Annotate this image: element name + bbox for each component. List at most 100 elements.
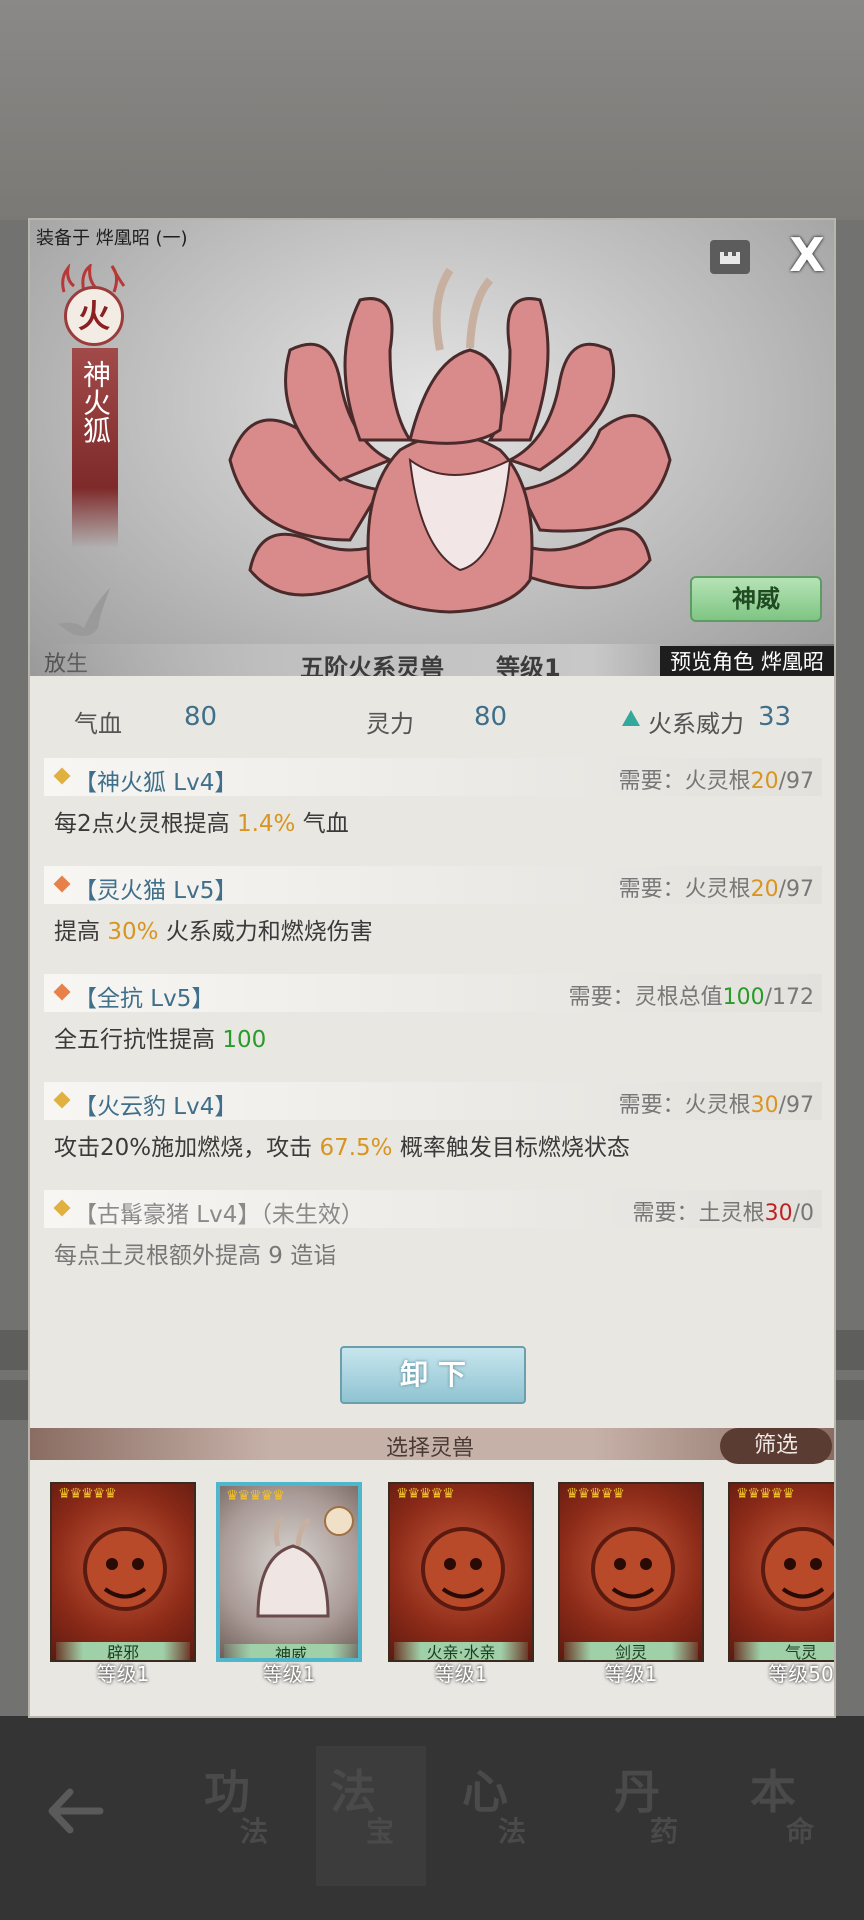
- req-prefix: 需要：: [618, 1093, 685, 1118]
- skill-name: 【灵火猫 Lv5】: [74, 878, 238, 904]
- skill-description: 每2点火灵根提高 1.4% 气血: [54, 804, 349, 838]
- filter-button[interactable]: 筛选: [720, 1428, 832, 1464]
- rank-stars-icon: ♛♛♛♛♛: [396, 1486, 455, 1502]
- desc-text: 每2点火灵根提高: [54, 811, 237, 837]
- desc-text: 全五行抗性提高: [54, 1027, 223, 1053]
- unequip-button[interactable]: 卸 下: [340, 1346, 526, 1404]
- req-have: 100: [722, 985, 765, 1010]
- beast-card[interactable]: ♛♛♛♛♛ 辟邪: [50, 1482, 196, 1662]
- desc-text: 提高: [54, 919, 108, 945]
- nav-tab-gongfa[interactable]: 功 法: [190, 1746, 300, 1886]
- skill-description: 提高 30% 火系威力和燃烧伤害: [54, 912, 373, 946]
- beast-portrait: [256, 1516, 330, 1618]
- nav-tab-small-label: 法: [240, 1815, 269, 1848]
- skill-requirement: 需要：火灵根20/97: [619, 763, 814, 795]
- skill-header: 【灵火猫 Lv5】 需要：火灵根20/97: [44, 866, 822, 904]
- desc-highlight: 100: [222, 1027, 267, 1053]
- beast-detail-modal: 装备于 烨凰昭 (一) X 火 神火狐 神威 五阶火系灵兽 等级1 预览角色 烨…: [28, 218, 836, 1718]
- skill-name: 【全抗 Lv5】: [74, 986, 215, 1012]
- nav-tab-danyao[interactable]: 丹 药: [600, 1746, 710, 1886]
- beast-info-bar: 五阶火系灵兽 等级1 预览角色 烨凰昭: [30, 644, 834, 676]
- beast-card[interactable]: ♛♛♛♛♛ 气灵: [728, 1482, 834, 1662]
- beast-card[interactable]: ♛♛♛♛♛ 剑灵: [558, 1482, 704, 1662]
- beast-hero-panel: 装备于 烨凰昭 (一) X 火 神火狐 神威 五阶火系灵兽 等级1 预览角色 烨…: [30, 220, 834, 676]
- req-stat: 灵根总值: [634, 985, 723, 1010]
- nav-tab-small-label: 命: [786, 1815, 815, 1848]
- nav-tab-small-label: 宝: [366, 1815, 395, 1848]
- beast-portrait: [83, 1527, 167, 1611]
- beast-name-banner: 神火狐: [72, 348, 118, 548]
- skill-description: 每点土灵根额外提高 9 造诣: [54, 1236, 336, 1270]
- back-arrow-icon[interactable]: [40, 1776, 110, 1846]
- select-beast-bar: 选择灵兽: [30, 1428, 834, 1461]
- background-top: [0, 0, 864, 220]
- skill-name: 【火云豹 Lv4】: [74, 1094, 238, 1120]
- req-total: /97: [778, 877, 814, 902]
- shenwei-button[interactable]: 神威: [690, 576, 822, 622]
- rank-stars-icon: ♛♛♛♛♛: [736, 1486, 795, 1502]
- desc-text: 攻击20%施加燃烧，攻击: [54, 1135, 320, 1161]
- nav-tab-fabao[interactable]: 法 宝: [316, 1746, 426, 1886]
- nav-tab-benming[interactable]: 本 命: [736, 1746, 846, 1886]
- spirit-label: 灵力: [366, 710, 414, 738]
- bottom-nav: 功 法 法 宝 心 法 丹 药 本 命: [0, 1716, 864, 1920]
- beast-card-level: 等级1: [604, 1662, 658, 1686]
- close-icon[interactable]: X: [782, 230, 832, 280]
- beast-grade: 五阶火系灵兽: [300, 654, 444, 676]
- skill-name: 【古髯豪猪 Lv4】（未生效）: [74, 1202, 364, 1228]
- preview-character-button[interactable]: 预览角色 烨凰昭: [660, 646, 834, 676]
- beast-card-level: 等级50: [768, 1662, 834, 1686]
- beast-stats: 气血 80 灵力 80 火系威力 33: [30, 680, 834, 760]
- beast-card-level: 等级1: [96, 1662, 150, 1686]
- fire-power-value: 33: [758, 702, 792, 732]
- rank-stars-icon: ♛♛♛♛♛: [566, 1486, 625, 1502]
- req-total: /0: [792, 1201, 814, 1226]
- req-total: /97: [778, 769, 814, 794]
- beast-card[interactable]: ♛♛♛♛♛ 火亲·水亲: [388, 1482, 534, 1662]
- req-stat: 土灵根: [698, 1201, 765, 1226]
- req-stat: 火灵根: [684, 769, 751, 794]
- nav-tab-small-label: 药: [650, 1815, 679, 1848]
- up-triangle-icon: [622, 710, 640, 726]
- skill-requirement: 需要：火灵根20/97: [619, 871, 814, 903]
- skill-description: 攻击20%施加燃烧，攻击 67.5% 概率触发目标燃烧状态: [54, 1128, 630, 1162]
- skill-header: 【火云豹 Lv4】 需要：火灵根30/97: [44, 1082, 822, 1120]
- req-have: 20: [750, 769, 779, 794]
- beast-level: 等级1: [496, 654, 561, 676]
- castle-icon[interactable]: [710, 240, 750, 274]
- fire-power-label: 火系威力: [648, 710, 744, 738]
- beast-name: 神火狐: [79, 360, 112, 444]
- beast-card-selected[interactable]: ♛♛♛♛♛ 神威: [216, 1482, 362, 1662]
- req-have: 20: [750, 877, 779, 902]
- req-prefix: 需要：: [632, 1201, 699, 1226]
- req-have: 30: [750, 1093, 779, 1118]
- desc-text: 火系威力和燃烧伤害: [158, 919, 373, 945]
- desc-highlight: 1.4%: [236, 811, 296, 837]
- desc-text: 概率触发目标燃烧状态: [392, 1135, 630, 1161]
- desc-text: 气血: [295, 811, 349, 837]
- equipped-label: 装备于 烨凰昭 (一): [36, 228, 188, 249]
- req-prefix: 需要：: [618, 769, 685, 794]
- req-have: 30: [764, 1201, 793, 1226]
- rank-stars-icon: ♛♛♛♛♛: [226, 1488, 285, 1504]
- select-beast-title: 选择灵兽: [386, 1436, 475, 1461]
- desc-text: 每点土灵根额外提高 9 造诣: [54, 1243, 337, 1269]
- skill-requirement: 需要：土灵根30/0: [633, 1195, 814, 1227]
- beast-card-level: 等级1: [434, 1662, 488, 1686]
- spirit-value: 80: [474, 702, 508, 732]
- skill-header: 【古髯豪猪 Lv4】（未生效） 需要：土灵根30/0: [44, 1190, 822, 1228]
- beast-portrait: [591, 1527, 675, 1611]
- skill-header: 【全抗 Lv5】 需要：灵根总值100/172: [44, 974, 822, 1012]
- req-stat: 火灵根: [684, 1093, 751, 1118]
- skill-description: 全五行抗性提高 100: [54, 1020, 266, 1054]
- diamond-icon: [53, 767, 71, 785]
- diamond-icon: [53, 983, 71, 1001]
- diamond-icon: [53, 1091, 71, 1109]
- desc-highlight: 67.5%: [319, 1135, 393, 1161]
- nav-tab-xinfa[interactable]: 心 法: [448, 1746, 558, 1886]
- skill-requirement: 需要：灵根总值100/172: [569, 979, 814, 1011]
- beast-card-level: 等级1: [262, 1662, 316, 1686]
- rank-stars-icon: ♛♛♛♛♛: [58, 1486, 117, 1502]
- diamond-icon: [53, 875, 71, 893]
- nav-tab-small-label: 法: [498, 1815, 527, 1848]
